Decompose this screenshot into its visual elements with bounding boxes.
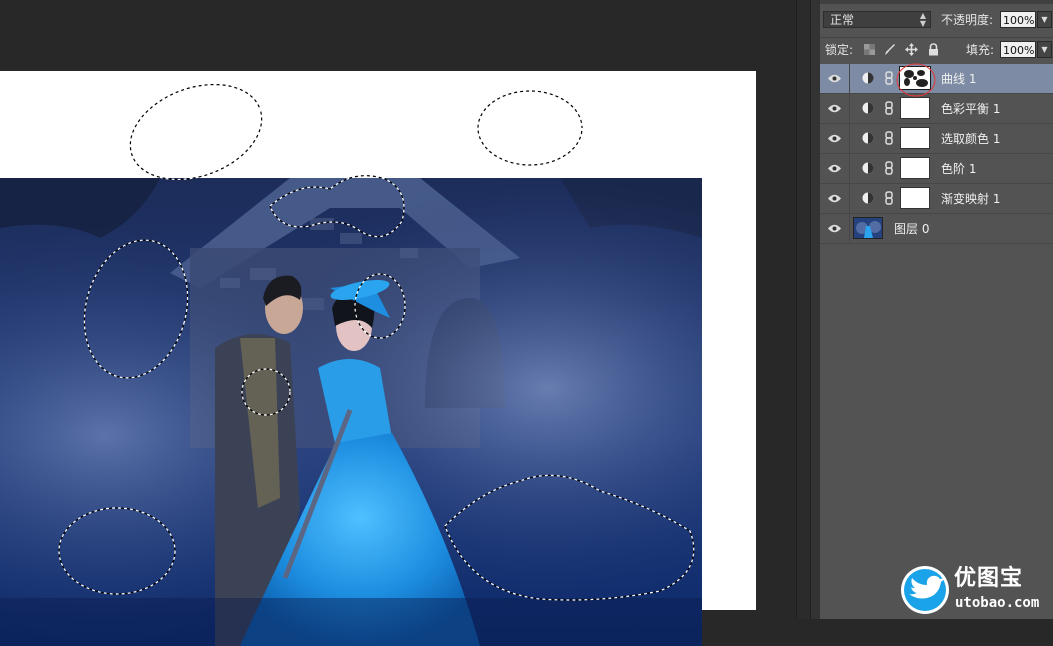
eye-icon[interactable]: [828, 224, 841, 233]
eye-icon[interactable]: [828, 134, 841, 143]
adjustment-layer-icon: [862, 162, 874, 174]
panel-header-strip: [820, 0, 1053, 4]
layer-name[interactable]: 选取颜色 1: [941, 131, 1000, 147]
annotation-circle: [896, 63, 936, 97]
layer-name[interactable]: 渐变映射 1: [941, 191, 1000, 207]
layer-thumbnail[interactable]: [853, 217, 883, 239]
chain-link-icon[interactable]: [884, 101, 894, 115]
layer-name[interactable]: 曲线 1: [941, 71, 976, 87]
column-divider: [849, 184, 850, 213]
lock-label: 锁定:: [825, 43, 854, 57]
chain-link-icon[interactable]: [884, 161, 894, 175]
chevron-down-icon[interactable]: ▼: [1037, 41, 1052, 58]
blend-row: 正常 ▲ ▼ 不透明度: 100% ▼: [820, 8, 1053, 32]
lock-all-icon[interactable]: [927, 43, 940, 56]
fill-label: 填充:: [966, 43, 995, 57]
column-divider: [849, 94, 850, 123]
adjustment-layer-icon: [862, 72, 874, 84]
selection-marquee: [58, 83, 695, 601]
watermark: 优图宝 utobao.com: [897, 560, 1053, 619]
opacity-label: 不透明度:: [941, 13, 994, 27]
column-divider: [849, 64, 850, 93]
lock-position-icon[interactable]: [905, 43, 918, 56]
fill-input[interactable]: 100%: [1000, 41, 1036, 58]
workspace-canvas[interactable]: [0, 0, 796, 646]
chain-link-icon[interactable]: [884, 71, 894, 85]
layers-list: 曲线 1 色彩平衡 1 选取颜色 1 色阶 1 渐变映射 1 图层 0: [820, 63, 1053, 244]
layer-row[interactable]: 色彩平衡 1: [820, 94, 1053, 124]
layer-name[interactable]: 图层 0: [894, 221, 929, 237]
layer-row[interactable]: 曲线 1: [820, 63, 1053, 97]
layers-panel: 正常 ▲ ▼ 不透明度: 100% ▼ 锁定: 填充: 100% ▼ 曲线 1 …: [820, 0, 1053, 619]
column-divider: [849, 214, 850, 243]
adjustment-layer-icon: [862, 132, 874, 144]
column-divider: [849, 154, 850, 183]
column-divider: [849, 124, 850, 153]
adjustment-layer-icon: [862, 102, 874, 114]
eye-icon[interactable]: [828, 74, 841, 83]
layer-name[interactable]: 色阶 1: [941, 161, 976, 177]
bird-logo-icon: [901, 566, 949, 614]
layer-mask-thumbnail[interactable]: [900, 157, 930, 179]
vertical-scrollbar[interactable]: [796, 0, 811, 619]
opacity-input[interactable]: 100%: [1000, 11, 1036, 28]
layer-name[interactable]: 色彩平衡 1: [941, 101, 1000, 117]
blend-mode-value: 正常: [830, 13, 855, 27]
eye-icon[interactable]: [828, 194, 841, 203]
layer-mask-thumbnail[interactable]: [900, 97, 930, 119]
adjustment-layer-icon: [862, 192, 874, 204]
layer-row[interactable]: 选取颜色 1: [820, 124, 1053, 154]
layer-row[interactable]: 渐变映射 1: [820, 184, 1053, 214]
chain-link-icon[interactable]: [884, 191, 894, 205]
chain-link-icon[interactable]: [884, 131, 894, 145]
eye-icon[interactable]: [828, 104, 841, 113]
document-canvas[interactable]: [0, 71, 756, 646]
layer-row[interactable]: 图层 0: [820, 214, 1053, 244]
watermark-brand: 优图宝: [954, 566, 1024, 591]
lock-transparent-pixels-icon[interactable]: [863, 43, 876, 56]
watermark-url: utobao.com: [955, 595, 1040, 611]
eye-icon[interactable]: [828, 164, 841, 173]
blend-mode-select[interactable]: 正常 ▲ ▼: [823, 11, 931, 28]
lock-image-pixels-icon[interactable]: [883, 43, 896, 56]
layer-mask-thumbnail[interactable]: [900, 127, 930, 149]
chevron-down-icon[interactable]: ▼: [1037, 11, 1052, 28]
chevron-updown-icon: ▲ ▼: [919, 11, 926, 28]
lock-row: 锁定: 填充: 100% ▼: [820, 37, 1053, 62]
layer-row[interactable]: 色阶 1: [820, 154, 1053, 184]
layer-mask-thumbnail[interactable]: [900, 187, 930, 209]
